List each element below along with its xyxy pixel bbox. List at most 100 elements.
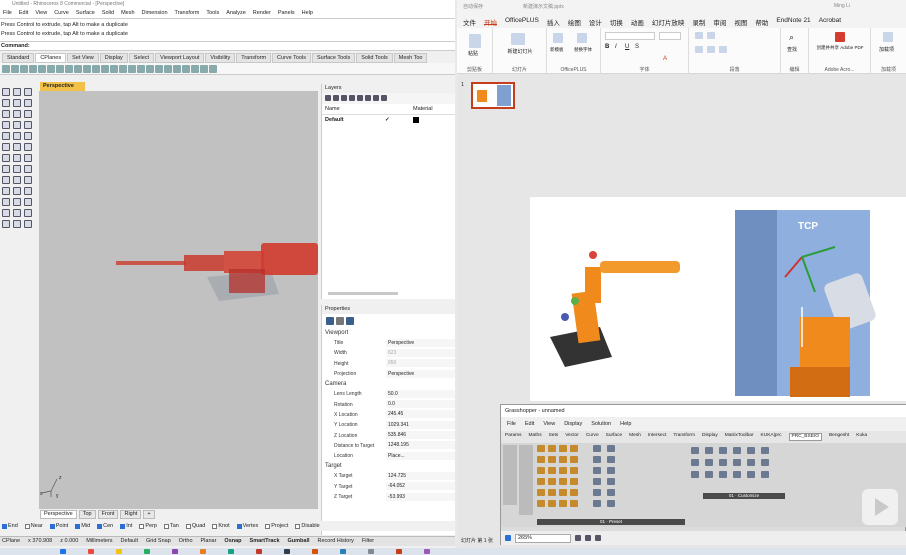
gh-component-icon[interactable]	[593, 445, 601, 452]
taskbar-app-icon[interactable]	[284, 549, 290, 554]
status-osnap[interactable]: Osnap	[224, 538, 241, 545]
gh-component-icon[interactable]	[593, 467, 601, 474]
join-tool-icon[interactable]	[24, 187, 32, 195]
find-label[interactable]: 查找	[787, 46, 797, 53]
add-viewport-icon[interactable]: +	[143, 510, 155, 519]
checkbox-icon[interactable]	[295, 523, 301, 529]
gh-tab-bengesht[interactable]: Bengesht	[829, 433, 849, 441]
tab-endnote[interactable]: EndNote 21	[776, 17, 810, 25]
polyline-tool-icon[interactable]	[13, 88, 21, 96]
gh-component-icon[interactable]	[607, 500, 615, 507]
property-value[interactable]: -53.993	[386, 492, 455, 502]
osnap-near[interactable]: Near	[24, 522, 43, 530]
strikethrough-icon[interactable]: S	[635, 44, 639, 50]
gh-component-icon[interactable]	[559, 489, 567, 496]
gh-tab-display[interactable]: Display	[702, 433, 718, 441]
gh-menu-solution[interactable]: Solution	[591, 421, 611, 427]
boolean-difference-icon[interactable]	[24, 154, 32, 162]
create-pdf-label[interactable]: 创建并共享 Adobe PDF	[811, 45, 869, 51]
gh-component-icon[interactable]	[537, 500, 545, 507]
point-tool-icon[interactable]	[2, 88, 10, 96]
tab-visibility[interactable]: Visibility	[205, 53, 236, 63]
checkbox-icon[interactable]	[185, 523, 191, 529]
block-tool-icon[interactable]	[24, 220, 32, 228]
status-cplane[interactable]: CPlane	[2, 538, 20, 545]
camera-properties-icon[interactable]	[346, 317, 354, 325]
addins-icon[interactable]	[883, 32, 893, 42]
cut-icon[interactable]	[38, 65, 46, 73]
explode-tool-icon[interactable]	[2, 198, 10, 206]
gh-preview-icon[interactable]	[585, 535, 591, 541]
extrude-tool-icon[interactable]	[13, 132, 21, 140]
checkbox-icon[interactable]	[163, 523, 169, 529]
gh-component-icon[interactable]	[537, 467, 545, 474]
menu-solid[interactable]: Solid	[102, 10, 114, 16]
gh-component-icon[interactable]	[761, 471, 769, 478]
font-name-dropdown[interactable]	[605, 32, 655, 40]
help-icon[interactable]	[381, 95, 387, 101]
gh-component-icon[interactable]	[537, 489, 545, 496]
tab-insert[interactable]: 插入	[547, 17, 560, 27]
set-cplane-icon[interactable]	[137, 65, 145, 73]
checkbox-icon[interactable]	[75, 523, 81, 529]
zoom-selected-icon[interactable]	[119, 65, 127, 73]
gh-component-icon[interactable]	[761, 447, 769, 454]
osnap-point[interactable]: Point	[49, 522, 68, 530]
gh-component-icon[interactable]	[705, 471, 713, 478]
gh-component-icon[interactable]	[691, 471, 699, 478]
taskbar-app-icon[interactable]	[200, 549, 206, 554]
status-smarttrack[interactable]: SmartTrack	[250, 538, 280, 545]
checkbox-icon[interactable]	[97, 523, 103, 529]
taskbar-app-icon[interactable]	[88, 549, 94, 554]
addins-label[interactable]: 加载项	[879, 46, 894, 53]
tab-draw[interactable]: 绘图	[568, 17, 581, 27]
status-gumball[interactable]: Gumball	[288, 538, 310, 545]
osnap-knot[interactable]: Knot	[212, 522, 230, 530]
gh-component-icon[interactable]	[705, 447, 713, 454]
tab-solid-tools[interactable]: Solid Tools	[356, 53, 393, 63]
gh-component-icon[interactable]	[570, 456, 578, 463]
osnap-end[interactable]: End	[2, 522, 18, 530]
zoom-window-icon[interactable]	[101, 65, 109, 73]
open-file-icon[interactable]	[11, 65, 19, 73]
viewport-properties-icon[interactable]	[326, 317, 334, 325]
lock-icon[interactable]	[164, 65, 172, 73]
property-value[interactable]: 1029.341	[386, 420, 455, 430]
layers-scrollbar[interactable]	[328, 292, 398, 295]
tab-select[interactable]: Select	[128, 53, 155, 63]
gh-component-icon[interactable]	[559, 500, 567, 507]
taskbar-app-icon[interactable]	[60, 549, 66, 554]
gh-component-icon[interactable]	[537, 478, 545, 485]
loft-tool-icon[interactable]	[24, 132, 32, 140]
mirror-tool-icon[interactable]	[13, 176, 21, 184]
create-pdf-icon[interactable]	[835, 32, 845, 42]
align-left-icon[interactable]	[695, 46, 703, 53]
copy-icon[interactable]	[47, 65, 55, 73]
render-icon[interactable]	[191, 65, 199, 73]
status-planar[interactable]: Planar	[201, 538, 217, 545]
status-units[interactable]: Millimeters	[86, 538, 112, 545]
menu-panels[interactable]: Panels	[278, 10, 295, 16]
print-icon[interactable]	[29, 65, 37, 73]
gh-menu-edit[interactable]: Edit	[525, 421, 534, 427]
boolean-union-icon[interactable]	[13, 154, 21, 162]
gh-component-icon[interactable]	[570, 500, 578, 507]
property-value[interactable]: 124.725	[386, 471, 455, 481]
material-icon[interactable]	[200, 65, 208, 73]
osnap-perp[interactable]: Perp	[139, 522, 157, 530]
filter-icon[interactable]	[365, 95, 371, 101]
gh-component-icon[interactable]	[691, 447, 699, 454]
gh-component-icon[interactable]	[607, 445, 615, 452]
taskbar-app-icon[interactable]	[256, 549, 262, 554]
gh-component-icon[interactable]	[705, 459, 713, 466]
tab-officeplus[interactable]: OfficePLUS	[505, 17, 539, 25]
tab-transitions[interactable]: 切换	[610, 17, 623, 27]
checkbox-icon[interactable]	[120, 523, 126, 529]
tab-slideshow[interactable]: 幻灯片放映	[652, 17, 685, 27]
tab-mesh-tools[interactable]: Mesh Too	[393, 53, 428, 63]
save-icon[interactable]	[20, 65, 28, 73]
find-icon[interactable]: ⌕	[789, 32, 794, 43]
status-record-history[interactable]: Record History	[318, 538, 354, 545]
rotate-tool-icon[interactable]	[24, 165, 32, 173]
property-value[interactable]: Perspective	[386, 369, 455, 379]
